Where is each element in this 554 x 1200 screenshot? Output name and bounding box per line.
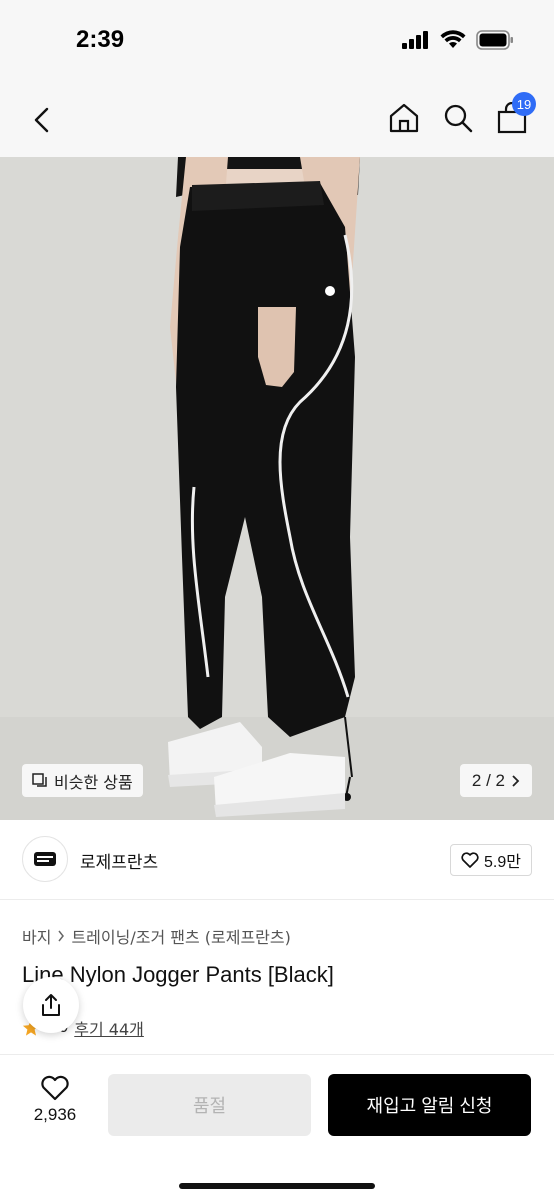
- signal-icon: [402, 31, 428, 49]
- product-image[interactable]: 비슷한 상품 2 / 2: [0, 157, 554, 820]
- image-pager-label: 2 / 2: [471, 770, 505, 790]
- cart-button[interactable]: 19: [494, 92, 536, 138]
- share-icon: [42, 994, 60, 1016]
- brand-logo-image: [34, 852, 56, 866]
- heart-icon: [41, 1075, 69, 1101]
- similar-products-label: 비슷한 상품: [54, 772, 133, 792]
- chevron-right-icon: [512, 774, 520, 787]
- nav-bar: 19: [0, 84, 554, 157]
- wifi-icon: [440, 30, 466, 48]
- back-button[interactable]: [22, 100, 62, 140]
- bottom-action-bar: 2,936 품절 재입고 알림 신청: [0, 1054, 554, 1200]
- status-bar: 2:39: [0, 0, 554, 84]
- product-photo: [0, 157, 554, 820]
- similar-products-button[interactable]: 비슷한 상품: [22, 764, 143, 797]
- heart-icon: [461, 852, 479, 868]
- brand-like-count: 5.9만: [484, 854, 521, 871]
- brand-row[interactable]: 로제프란츠 5.9만: [0, 820, 554, 900]
- home-icon: [389, 103, 419, 133]
- brand-name[interactable]: 로제프란츠: [80, 848, 158, 873]
- breadcrumb: 바지 트레이닝/조거 팬츠 (로제프란츠): [22, 924, 291, 948]
- search-icon: [444, 104, 473, 133]
- brand-logo: [22, 836, 68, 882]
- similar-icon: [32, 772, 47, 787]
- wishlist-button[interactable]: 2,936: [22, 1075, 88, 1125]
- breadcrumb-subcategory[interactable]: 트레이닝/조거 팬츠 (로제프란츠): [71, 924, 290, 948]
- status-time: 2:39: [76, 26, 125, 53]
- home-button[interactable]: [386, 98, 422, 138]
- home-indicator: [179, 1183, 375, 1189]
- soldout-button: 품절: [108, 1074, 311, 1136]
- review-count-link[interactable]: 후기 44개: [74, 1016, 144, 1040]
- search-button[interactable]: [440, 98, 476, 138]
- chevron-right-icon: [58, 930, 65, 942]
- restock-alert-button[interactable]: 재입고 알림 신청: [328, 1074, 531, 1136]
- back-icon: [34, 107, 49, 133]
- brand-like-button[interactable]: 5.9만: [450, 844, 532, 876]
- battery-icon: [476, 30, 513, 50]
- status-icons: [402, 30, 514, 50]
- wishlist-count: 2,936: [33, 1105, 77, 1124]
- breadcrumb-category[interactable]: 바지: [22, 924, 51, 948]
- cart-count-badge: 19: [512, 92, 536, 116]
- image-pager[interactable]: 2 / 2: [459, 764, 532, 797]
- nav-actions: 19: [386, 92, 536, 138]
- share-button[interactable]: [23, 977, 79, 1033]
